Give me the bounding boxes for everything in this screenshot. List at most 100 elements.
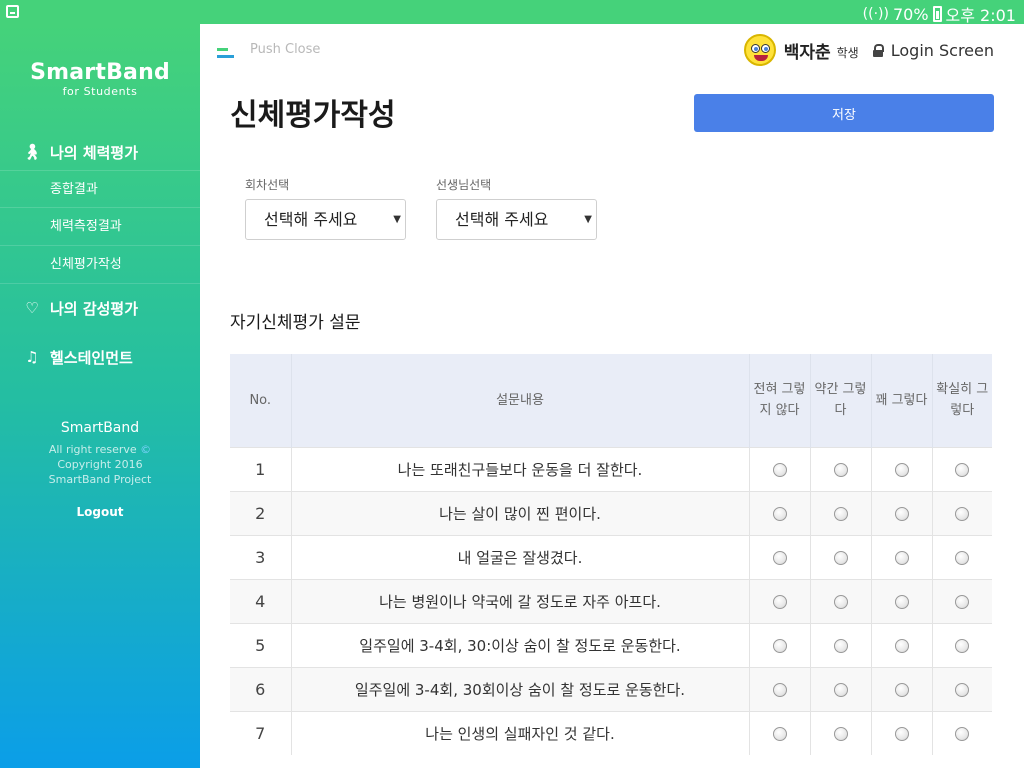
sidebar-item-label: 나의 체력평가: [50, 143, 139, 162]
question-text: 나는 인생의 실패자인 것 같다.: [291, 710, 750, 755]
clock: 오후 2:01: [945, 6, 1016, 25]
radio-fairly[interactable]: [894, 638, 909, 653]
sidebar-item-emotion-eval[interactable]: ♡ 나의 감성평가: [0, 290, 200, 326]
table-header-row: No. 설문내용 전혀 그렇지 않다 약간 그렇다 꽤 그렇다 확실히 그렇다: [230, 354, 992, 447]
answer-cell: [810, 710, 872, 755]
radio-slightly[interactable]: [833, 594, 848, 609]
sidebar: SmartBand for Students 🚶︎ 나의 체력평가 종합결과 체…: [0, 24, 200, 768]
radio-definitely[interactable]: [955, 638, 970, 653]
answer-cell: [871, 622, 933, 667]
header-no: No.: [230, 354, 292, 447]
answer-cell: [749, 578, 811, 623]
push-close-link[interactable]: Push Close: [250, 42, 320, 57]
table-row: 1 나는 또래친구들보다 운동을 더 잘한다.: [230, 446, 992, 491]
question-text: 나는 살이 많이 찐 편이다.: [291, 490, 750, 535]
radio-fairly[interactable]: [894, 726, 909, 741]
answer-cell: [932, 534, 992, 579]
answer-cell: [932, 578, 992, 623]
radio-not-at-all[interactable]: [772, 726, 787, 741]
radio-slightly[interactable]: [833, 638, 848, 653]
login-screen-link[interactable]: Login Screen: [891, 41, 994, 60]
row-number: 4: [230, 578, 292, 623]
sidebar-item-label: 나의 감성평가: [50, 299, 139, 318]
round-select[interactable]: 선택해 주세요 ▼: [245, 199, 406, 240]
radio-fairly[interactable]: [894, 594, 909, 609]
radio-definitely[interactable]: [955, 462, 970, 477]
avatar[interactable]: [743, 34, 776, 66]
answer-cell: [749, 622, 811, 667]
radio-fairly[interactable]: [894, 506, 909, 521]
teacher-select[interactable]: 선택해 주세요 ▼: [436, 199, 597, 240]
radio-definitely[interactable]: [955, 594, 970, 609]
music-note-icon: ♫: [25, 348, 39, 366]
answer-cell: [871, 534, 933, 579]
top-header: Push Close 백자춘 학생 Login Screen: [200, 24, 1024, 80]
footer-rights: All right reserve ©: [48, 443, 152, 456]
user-name: 백자춘: [783, 42, 831, 63]
radio-not-at-all[interactable]: [772, 594, 787, 609]
answer-cell: [749, 534, 811, 579]
sidebar-footer: SmartBand All right reserve © Copyright …: [0, 420, 200, 519]
battery-icon: [932, 6, 942, 22]
question-text: 일주일에 3-4회, 30회이상 숨이 찰 정도로 운동한다.: [291, 666, 750, 711]
walking-person-icon: 🚶︎: [22, 143, 42, 161]
answer-cell: [810, 578, 872, 623]
radio-not-at-all[interactable]: [772, 638, 787, 653]
battery-percent: 70%: [892, 4, 929, 24]
radio-not-at-all[interactable]: [772, 682, 787, 697]
radio-slightly[interactable]: [833, 726, 848, 741]
row-number: 7: [230, 710, 292, 755]
radio-definitely[interactable]: [955, 726, 970, 741]
brand-name: SmartBand: [30, 60, 170, 85]
radio-slightly[interactable]: [833, 506, 848, 521]
save-button[interactable]: 저장: [694, 94, 994, 132]
menu-toggle-icon[interactable]: [217, 48, 234, 62]
radio-fairly[interactable]: [894, 462, 909, 477]
answer-cell: [871, 446, 933, 491]
answer-cell: [810, 534, 872, 579]
answer-cell: [810, 490, 872, 535]
radio-slightly[interactable]: [833, 682, 848, 697]
radio-definitely[interactable]: [955, 506, 970, 521]
radio-not-at-all[interactable]: [772, 462, 787, 477]
radio-slightly[interactable]: [833, 550, 848, 565]
sidebar-subitem-body-eval-write[interactable]: 신체평가작성: [0, 246, 200, 284]
sidebar-item-label: 헬스테인먼트: [50, 348, 133, 367]
brand: SmartBand for Students: [0, 60, 200, 98]
radio-not-at-all[interactable]: [772, 550, 787, 565]
radio-definitely[interactable]: [955, 550, 970, 565]
survey-body: 1 나는 또래친구들보다 운동을 더 잘한다. 2 나는 살이 많이 찐 편이다. 3 내…: [230, 446, 992, 755]
table-row: 7 나는 인생의 실패자인 것 같다.: [230, 710, 992, 755]
row-number: 1: [230, 446, 292, 491]
radio-fairly[interactable]: [894, 550, 909, 565]
sidebar-item-healthtainment[interactable]: ♫ 헬스테인먼트: [0, 339, 200, 375]
answer-cell: [932, 490, 992, 535]
teacher-select-value: 선택해 주세요: [455, 210, 549, 229]
header-slightly: 약간 그렇다: [810, 354, 872, 447]
answer-cell: [871, 710, 933, 755]
status-right: ((·)) 70% 오후 2:01: [863, 2, 1016, 26]
answer-cell: [749, 446, 811, 491]
answer-cell: [810, 446, 872, 491]
teacher-select-group: 선생님선택 선택해 주세요 ▼: [436, 176, 597, 240]
radio-fairly[interactable]: [894, 682, 909, 697]
round-select-group: 회차선택 선택해 주세요 ▼: [245, 176, 406, 240]
section-title: 자기신체평가 설문: [230, 313, 361, 333]
question-text: 내 얼굴은 잘생겼다.: [291, 534, 750, 579]
user-role: 학생: [836, 45, 859, 60]
sidebar-subitem-summary[interactable]: 종합결과: [0, 170, 200, 208]
radio-not-at-all[interactable]: [772, 506, 787, 521]
logout-link[interactable]: Logout: [0, 505, 200, 519]
brand-subtitle: for Students: [62, 85, 138, 98]
table-row: 6 일주일에 3-4회, 30회이상 숨이 찰 정도로 운동한다.: [230, 666, 992, 711]
radio-definitely[interactable]: [955, 682, 970, 697]
answer-cell: [932, 666, 992, 711]
dropdown-arrow-icon: ▼: [584, 214, 592, 225]
sidebar-subitem-fitness-result[interactable]: 체력측정결과: [0, 208, 200, 246]
radio-slightly[interactable]: [833, 462, 848, 477]
footer-brand: SmartBand: [60, 420, 140, 436]
page-title: 신체평가작성: [230, 98, 396, 133]
sidebar-item-physical-eval[interactable]: 🚶︎ 나의 체력평가: [0, 134, 200, 170]
survey-table: No. 설문내용 전혀 그렇지 않다 약간 그렇다 꽤 그렇다 확실히 그렇다 …: [230, 354, 992, 755]
row-number: 3: [230, 534, 292, 579]
